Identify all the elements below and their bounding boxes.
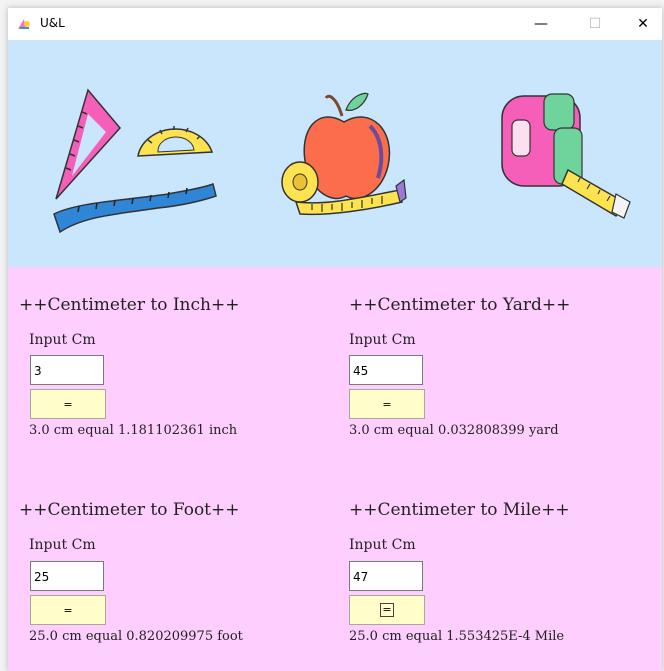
- app-window: U&L — ☐ ✕ ++Centimeter to Inch++ Input C…: [8, 8, 662, 671]
- inch-input[interactable]: 3: [30, 355, 104, 385]
- yard-result: 3.0 cm equal 0.032808399 yard: [349, 423, 559, 438]
- maximize-icon: ☐: [588, 16, 602, 32]
- inch-input-label: Input Cm: [29, 332, 96, 348]
- foot-equals-label: =: [63, 603, 73, 617]
- banner: [8, 40, 662, 267]
- close-icon: ✕: [637, 16, 649, 32]
- foot-result: 25.0 cm equal 0.820209975 foot: [29, 629, 243, 644]
- foot-equals-button[interactable]: =: [30, 595, 106, 625]
- inch-result: 3.0 cm equal 1.181102361 inch: [29, 423, 238, 438]
- mile-equals-label: =: [380, 603, 394, 617]
- mile-heading: ++Centimeter to Mile++: [349, 500, 570, 520]
- close-button[interactable]: ✕: [620, 8, 664, 40]
- foot-input-label: Input Cm: [29, 537, 96, 553]
- mile-equals-button[interactable]: =: [349, 595, 425, 625]
- window-title: U&L: [40, 16, 65, 30]
- mile-result: 25.0 cm equal 1.553425E-4 Mile: [349, 629, 565, 644]
- foot-heading: ++Centimeter to Foot++: [19, 500, 240, 520]
- apple-measuring-tape-icon: [281, 92, 407, 216]
- mile-input-label: Input Cm: [349, 537, 416, 553]
- inch-heading: ++Centimeter to Inch++: [19, 295, 240, 315]
- app-icon: [18, 19, 30, 29]
- foot-input[interactable]: 25: [30, 561, 104, 591]
- maximize-button[interactable]: ☐: [572, 8, 618, 40]
- yard-equals-button[interactable]: =: [349, 389, 425, 419]
- yard-input[interactable]: 45: [349, 355, 423, 385]
- triangle-ruler-protractor-icon: [53, 88, 217, 234]
- minimize-icon: —: [534, 16, 548, 32]
- minimize-button[interactable]: —: [518, 8, 564, 40]
- inch-equals-button[interactable]: =: [30, 389, 106, 419]
- title-bar[interactable]: U&L — ☐ ✕: [8, 8, 662, 40]
- yard-heading: ++Centimeter to Yard++: [349, 295, 571, 315]
- inch-equals-label: =: [63, 397, 73, 411]
- tape-measure-icon: [501, 93, 631, 219]
- yard-equals-label: =: [382, 397, 392, 411]
- yard-input-label: Input Cm: [349, 332, 416, 348]
- converter-panel: ++Centimeter to Inch++ Input Cm 3 = 3.0 …: [8, 267, 662, 671]
- mile-input[interactable]: 47: [349, 561, 423, 591]
